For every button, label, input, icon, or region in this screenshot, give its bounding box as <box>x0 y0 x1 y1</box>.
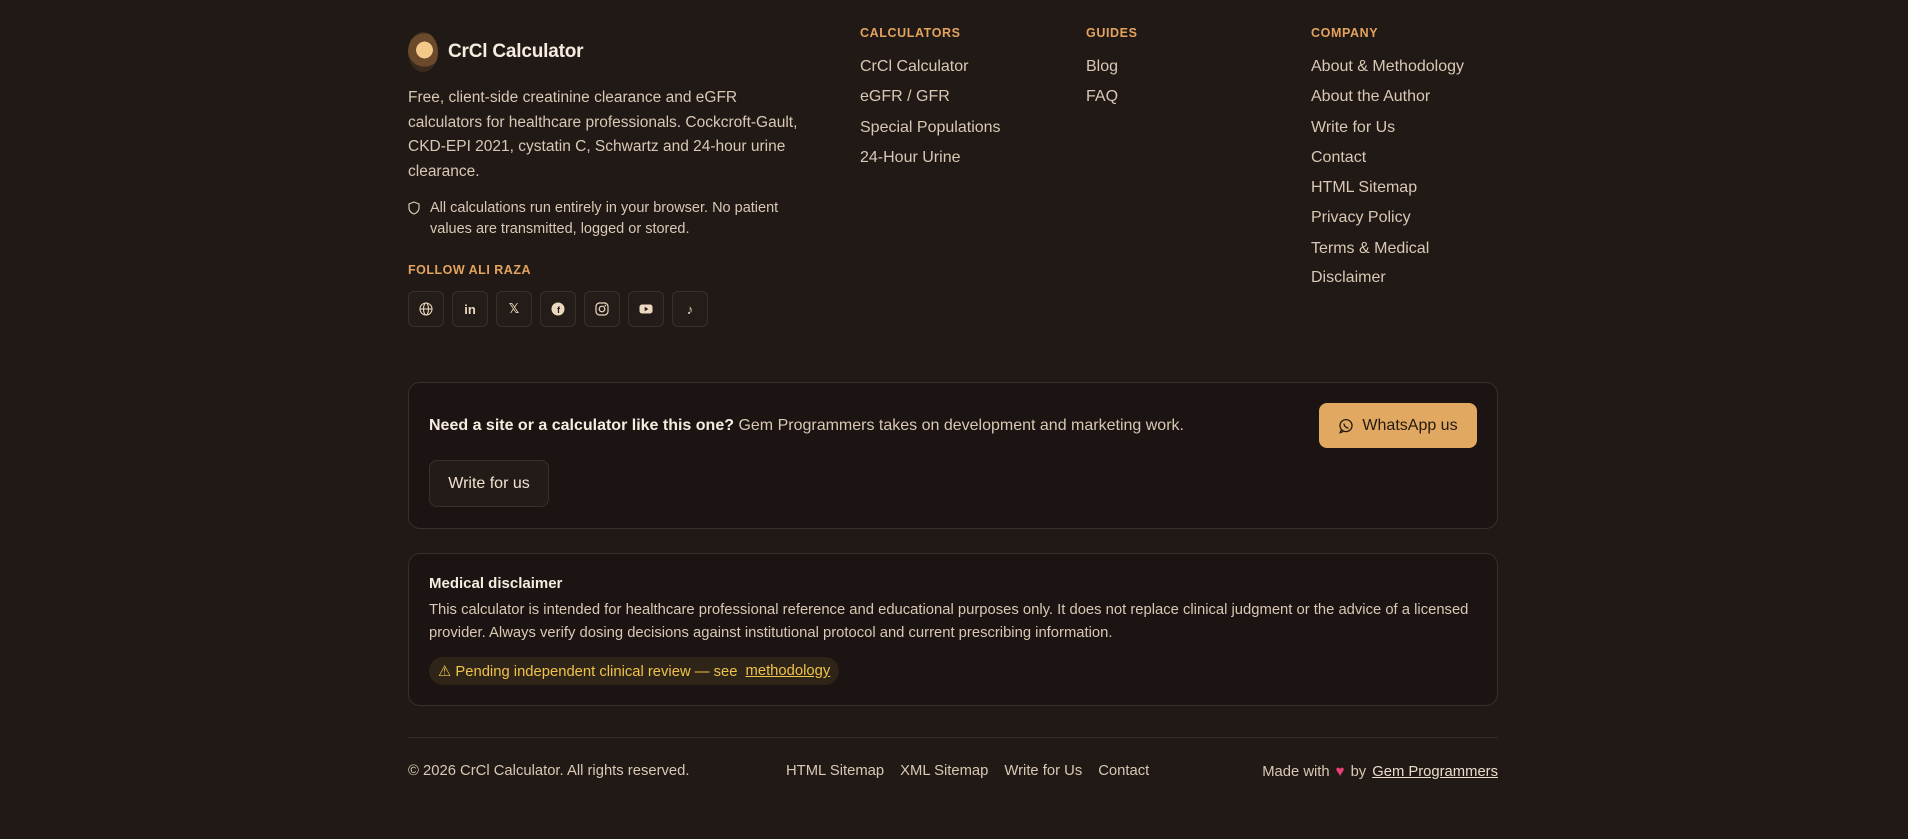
by-text: by <box>1350 763 1367 780</box>
globe-icon[interactable] <box>408 291 444 327</box>
footer-divider <box>408 737 1498 738</box>
whatsapp-button[interactable]: WhatsApp us <box>1319 403 1477 448</box>
footer-link-contact[interactable]: Contact <box>1098 763 1149 779</box>
site-footer: CrCl Calculator Free, client-side creati… <box>408 0 1498 839</box>
methodology-link[interactable]: methodology <box>746 663 831 679</box>
calculators-heading: CALCULATORS <box>860 26 961 40</box>
cta-body: Gem Programmers takes on development and… <box>734 417 1184 434</box>
link-contact[interactable]: Contact <box>1311 143 1491 172</box>
made-with-text: Made with <box>1262 763 1330 780</box>
x-icon[interactable]: 𝕏 <box>496 291 532 327</box>
heart-icon: ♥ <box>1335 763 1345 780</box>
cta-text: Need a site or a calculator like this on… <box>429 417 1184 435</box>
cta-card: Need a site or a calculator like this on… <box>408 382 1498 529</box>
brand-block: CrCl Calculator Free, client-side creati… <box>408 32 828 327</box>
facebook-icon[interactable]: f <box>540 291 576 327</box>
link-privacy-policy[interactable]: Privacy Policy <box>1311 203 1491 232</box>
link-write-for-us[interactable]: Write for Us <box>1311 113 1491 142</box>
link-html-sitemap[interactable]: HTML Sitemap <box>1311 173 1491 202</box>
company-column: COMPANY About & Methodology About the Au… <box>1311 26 1491 292</box>
made-with-credit: Made with ♥ by Gem Programmers <box>1262 763 1498 780</box>
gem-programmers-link[interactable]: Gem Programmers <box>1372 764 1498 780</box>
link-terms-disclaimer[interactable]: Terms & Medical Disclaimer <box>1311 234 1491 293</box>
link-special-populations[interactable]: Special Populations <box>860 113 1001 142</box>
link-egfr-gfr[interactable]: eGFR / GFR <box>860 82 1001 111</box>
link-blog[interactable]: Blog <box>1086 52 1138 81</box>
calculators-column: CALCULATORS CrCl Calculator eGFR / GFR S… <box>860 26 1001 172</box>
pending-review-badge: ⚠ Pending independent clinical review — … <box>429 657 840 685</box>
link-crcl-calculator[interactable]: CrCl Calculator <box>860 52 1001 81</box>
company-heading: COMPANY <box>1311 26 1379 40</box>
follow-title: FOLLOW ALI RAZA <box>408 263 531 277</box>
footer-link-write-for-us[interactable]: Write for Us <box>1004 763 1082 779</box>
instagram-icon[interactable] <box>584 291 620 327</box>
link-about-methodology[interactable]: About & Methodology <box>1311 52 1491 81</box>
whatsapp-icon <box>1339 418 1354 434</box>
disclaimer-body: This calculator is intended for healthca… <box>429 602 1469 641</box>
disclaimer-card: Medical disclaimer This calculator is in… <box>408 553 1498 706</box>
brand-name: CrCl Calculator <box>448 41 584 62</box>
link-24-hour-urine[interactable]: 24-Hour Urine <box>860 143 1001 172</box>
copyright: © 2026 CrCl Calculator. All rights reser… <box>408 763 690 779</box>
kidney-logo-icon <box>408 32 438 72</box>
disclaimer-title: Medical disclaimer <box>429 575 563 592</box>
privacy-note-text: All calculations run entirely in your br… <box>430 200 779 237</box>
footer-links: HTML Sitemap XML Sitemap Write for Us Co… <box>786 763 1149 779</box>
shield-icon <box>408 201 420 215</box>
footer-link-html-sitemap[interactable]: HTML Sitemap <box>786 763 884 779</box>
whatsapp-label: WhatsApp us <box>1362 416 1458 434</box>
privacy-note: All calculations run entirely in your br… <box>408 198 818 239</box>
pending-review-text: ⚠ Pending independent clinical review — … <box>438 663 738 680</box>
social-links: in 𝕏 f ♪ <box>408 291 828 327</box>
linkedin-icon[interactable]: in <box>452 291 488 327</box>
guides-column: GUIDES Blog FAQ <box>1086 26 1138 112</box>
tiktok-icon[interactable]: ♪ <box>672 291 708 327</box>
guides-heading: GUIDES <box>1086 26 1138 40</box>
link-about-author[interactable]: About the Author <box>1311 82 1491 111</box>
brand-logo-link[interactable]: CrCl Calculator <box>408 32 828 72</box>
write-for-us-button[interactable]: Write for us <box>429 460 549 507</box>
youtube-icon[interactable] <box>628 291 664 327</box>
brand-tagline: Free, client-side creatinine clearance a… <box>408 89 798 180</box>
link-faq[interactable]: FAQ <box>1086 82 1138 111</box>
cta-bold: Need a site or a calculator like this on… <box>429 417 734 434</box>
footer-bottom-bar: © 2026 CrCl Calculator. All rights reser… <box>408 763 1498 783</box>
footer-link-xml-sitemap[interactable]: XML Sitemap <box>900 763 988 779</box>
